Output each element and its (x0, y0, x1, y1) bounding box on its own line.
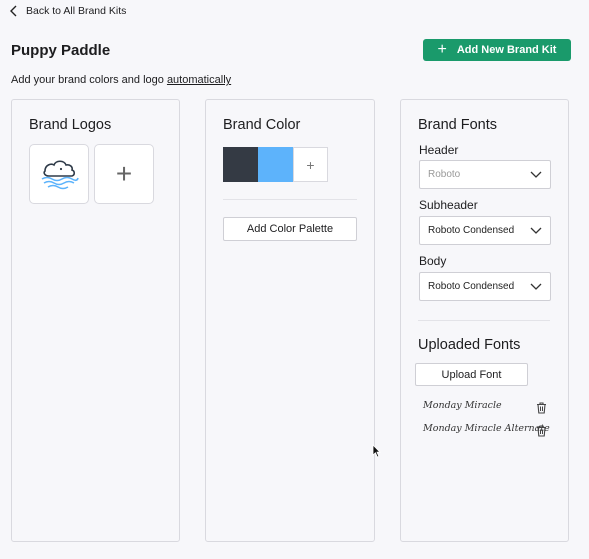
mouse-cursor-icon (372, 444, 381, 458)
chevron-left-icon (10, 5, 17, 17)
header-font-value: Roboto (428, 169, 461, 180)
page-title: Puppy Paddle (11, 42, 111, 59)
subheader-font-select[interactable]: Roboto Condensed (419, 216, 551, 245)
uploaded-fonts-title: Uploaded Fonts (418, 337, 521, 353)
body-font-value: Roboto Condensed (428, 281, 515, 292)
header-font-select[interactable]: Roboto (419, 160, 551, 189)
color-swatch-dark[interactable] (223, 147, 258, 182)
divider (223, 199, 357, 200)
back-link-label: Back to All Brand Kits (26, 5, 127, 17)
subheader-font-value: Roboto Condensed (428, 225, 515, 236)
brand-color-title: Brand Color (223, 117, 301, 133)
upload-font-button[interactable]: Upload Font (415, 363, 528, 386)
subtitle-text: Add your brand colors and logo (11, 74, 167, 86)
header-font-label: Header (419, 143, 459, 157)
brand-fonts-card: Brand Fonts Header Roboto Subheader Robo… (400, 99, 569, 542)
body-font-select[interactable]: Roboto Condensed (419, 272, 551, 301)
chevron-down-icon (530, 227, 542, 234)
trash-icon[interactable] (536, 402, 547, 414)
puppy-paddle-logo (41, 160, 79, 190)
add-color-button[interactable]: + (293, 147, 328, 182)
chevron-down-icon (530, 171, 542, 178)
automatically-link[interactable]: automatically (167, 74, 231, 86)
trash-icon[interactable] (536, 425, 547, 437)
add-color-palette-button[interactable]: Add Color Palette (223, 217, 357, 241)
add-logo-button[interactable]: + (94, 144, 154, 204)
brand-fonts-title: Brand Fonts (418, 117, 497, 133)
chevron-down-icon (530, 283, 542, 290)
brand-logo-tile[interactable] (29, 144, 89, 204)
uploaded-font-item: Monday Miracle (423, 400, 502, 411)
brand-color-card: Brand Color + Add Color Palette (205, 99, 375, 542)
brand-logos-title: Brand Logos (29, 117, 112, 133)
divider (418, 320, 550, 321)
add-new-brand-kit-label: Add New Brand Kit (456, 44, 557, 56)
subheader-font-label: Subheader (419, 198, 478, 212)
back-to-brand-kits-link[interactable]: Back to All Brand Kits (9, 5, 126, 17)
brand-logos-card: Brand Logos + (11, 99, 180, 542)
body-font-label: Body (419, 254, 447, 268)
plus-icon: + (115, 158, 133, 189)
color-swatch-row: + (223, 147, 328, 182)
uploaded-font-item: Monday Miracle Alternate (423, 423, 550, 434)
page-subtitle: Add your brand colors and logo automatic… (11, 74, 231, 86)
add-new-brand-kit-button[interactable]: + Add New Brand Kit (423, 39, 571, 61)
plus-icon: + (437, 41, 447, 58)
color-swatch-blue[interactable] (258, 147, 293, 182)
plus-icon: + (306, 156, 315, 173)
